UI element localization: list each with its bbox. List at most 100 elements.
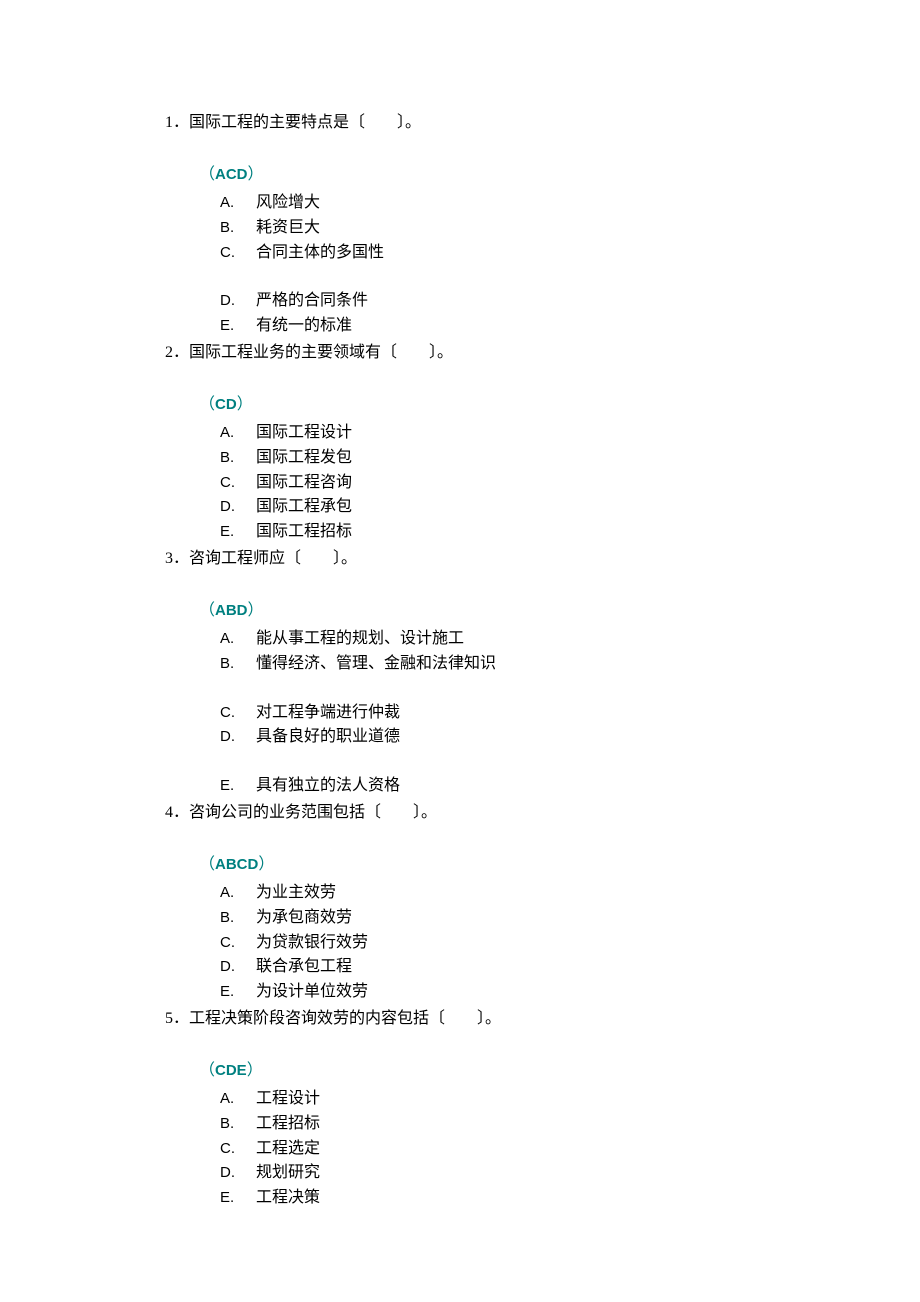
option-letter: C.: [220, 931, 256, 956]
option-item: E.有统一的标准: [220, 314, 920, 339]
question-text: 国际工程业务的主要领域有〔 〕。: [189, 344, 453, 361]
question-text: 工程决策阶段咨询效劳的内容包括〔 〕。: [189, 1010, 501, 1027]
paren-open: （: [199, 396, 215, 413]
question-number: 1．: [165, 114, 189, 131]
option-text: 工程决策: [256, 1186, 320, 1211]
option-text: 严格的合同条件: [256, 289, 368, 314]
option-item: B.工程招标: [220, 1112, 920, 1137]
option-letter: B.: [220, 906, 256, 931]
question-number: 3．: [165, 550, 189, 567]
question-number: 2．: [165, 344, 189, 361]
option-text: 工程招标: [256, 1112, 320, 1137]
option-item: C.为贷款银行效劳: [220, 931, 920, 956]
paren-close: ）: [237, 396, 253, 413]
option-text: 联合承包工程: [256, 955, 352, 980]
options-list: A.国际工程设计B.国际工程发包C.国际工程咨询D.国际工程承包E.国际工程招标: [165, 421, 920, 545]
option-text: 对工程争端进行仲裁: [256, 701, 400, 726]
options-list: A.为业主效劳B.为承包商效劳C.为贷款银行效劳D.联合承包工程E.为设计单位效…: [165, 881, 920, 1005]
option-text: 有统一的标准: [256, 314, 352, 339]
option-text: 国际工程承包: [256, 495, 352, 520]
paren-open: （: [199, 1062, 215, 1079]
option-letter: B.: [220, 652, 256, 677]
option-text: 国际工程招标: [256, 520, 352, 545]
paren-open: （: [199, 166, 215, 183]
paren-close: ）: [248, 602, 264, 619]
option-letter: B.: [220, 216, 256, 241]
option-letter: E.: [220, 980, 256, 1005]
option-item: B.懂得经济、管理、金融和法律知识: [220, 652, 920, 677]
option-item: B.国际工程发包: [220, 446, 920, 471]
option-gap: [220, 750, 920, 774]
option-text: 为贷款银行效劳: [256, 931, 368, 956]
option-item: A.国际工程设计: [220, 421, 920, 446]
option-letter: E.: [220, 520, 256, 545]
option-gap: [220, 677, 920, 701]
option-text: 为设计单位效劳: [256, 980, 368, 1005]
option-letter: D.: [220, 955, 256, 980]
question-stem: 5．工程决策阶段咨询效劳的内容包括〔 〕。: [165, 1007, 920, 1031]
answer-key: ACD: [215, 166, 248, 183]
question-block: 4．咨询公司的业务范围包括〔 〕。 （ABCD） A.为业主效劳B.为承包商效劳C.…: [165, 801, 920, 1007]
option-letter: A.: [220, 627, 256, 652]
paren-open: （: [199, 602, 215, 619]
exam-document: 1．国际工程的主要特点是〔 〕。（ACD）A.风险增大B.耗资巨大C.合同主体的…: [165, 111, 920, 1213]
answer-key: ABCD: [215, 856, 258, 873]
option-letter: E.: [220, 774, 256, 799]
answer-line: （ABCD）: [165, 853, 920, 877]
option-text: 为承包商效劳: [256, 906, 352, 931]
option-letter: A.: [220, 421, 256, 446]
option-letter: E.: [220, 1186, 256, 1211]
option-gap: [220, 265, 920, 289]
option-text: 合同主体的多国性: [256, 241, 384, 266]
option-item: D.具备良好的职业道德: [220, 725, 920, 750]
question-text: 国际工程的主要特点是〔 〕。: [189, 114, 421, 131]
answer-line: （ACD）: [165, 163, 920, 187]
option-letter: E.: [220, 314, 256, 339]
option-item: C.对工程争端进行仲裁: [220, 701, 920, 726]
question-block: 3．咨询工程师应〔 〕。（ABD）A.能从事工程的规划、设计施工B.懂得经济、管…: [165, 547, 920, 801]
options-list: A.风险增大B.耗资巨大C.合同主体的多国性 D.严格的合同条件E.有统一的标准: [165, 191, 920, 339]
option-item: C.合同主体的多国性: [220, 241, 920, 266]
option-item: D.联合承包工程: [220, 955, 920, 980]
option-letter: D.: [220, 1161, 256, 1186]
question-block: 1．国际工程的主要特点是〔 〕。 （ACD） A.风险增大B.耗资巨大C.合同主体的…: [165, 111, 920, 341]
option-letter: A.: [220, 881, 256, 906]
option-item: D.国际工程承包: [220, 495, 920, 520]
question-stem: 4．咨询公司的业务范围包括〔 〕。: [165, 801, 920, 825]
option-letter: D.: [220, 495, 256, 520]
option-letter: B.: [220, 446, 256, 471]
option-item: D.规划研究: [220, 1161, 920, 1186]
answer-line: （CDE）: [165, 1059, 920, 1083]
paren-open: （: [199, 856, 215, 873]
option-letter: C.: [220, 471, 256, 496]
answer-key: ABD: [215, 602, 248, 619]
question-text: 咨询工程师应〔 〕。: [189, 550, 357, 567]
answer-line: （ABD）: [165, 599, 920, 623]
question-text: 咨询公司的业务范围包括〔 〕。: [189, 804, 437, 821]
option-item: E.国际工程招标: [220, 520, 920, 545]
option-item: A.为业主效劳: [220, 881, 920, 906]
option-text: 国际工程设计: [256, 421, 352, 446]
paren-close: ）: [258, 856, 274, 873]
question-block: 2．国际工程业务的主要领域有〔 〕。 （CD） A.国际工程设计B.国际工程发包C.…: [165, 341, 920, 547]
options-list: A.工程设计B.工程招标C.工程选定D.规划研究E.工程决策: [165, 1087, 920, 1211]
option-text: 国际工程咨询: [256, 471, 352, 496]
option-item: B.为承包商效劳: [220, 906, 920, 931]
option-letter: C.: [220, 1137, 256, 1162]
answer-key: CD: [215, 396, 237, 413]
option-item: A.风险增大: [220, 191, 920, 216]
option-item: A.工程设计: [220, 1087, 920, 1112]
question-block: 5．工程决策阶段咨询效劳的内容包括〔 〕。 （CDE） A.工程设计B.工程招标C.…: [165, 1007, 920, 1213]
question-stem: 2．国际工程业务的主要领域有〔 〕。: [165, 341, 920, 365]
option-text: 具备良好的职业道德: [256, 725, 400, 750]
option-text: 具有独立的法人资格: [256, 774, 400, 799]
option-item: E.工程决策: [220, 1186, 920, 1211]
option-letter: D.: [220, 725, 256, 750]
option-item: D.严格的合同条件: [220, 289, 920, 314]
option-item: E.具有独立的法人资格: [220, 774, 920, 799]
option-text: 耗资巨大: [256, 216, 320, 241]
option-letter: A.: [220, 1087, 256, 1112]
question-number: 5．: [165, 1010, 189, 1027]
option-text: 懂得经济、管理、金融和法律知识: [256, 652, 496, 677]
option-letter: D.: [220, 289, 256, 314]
